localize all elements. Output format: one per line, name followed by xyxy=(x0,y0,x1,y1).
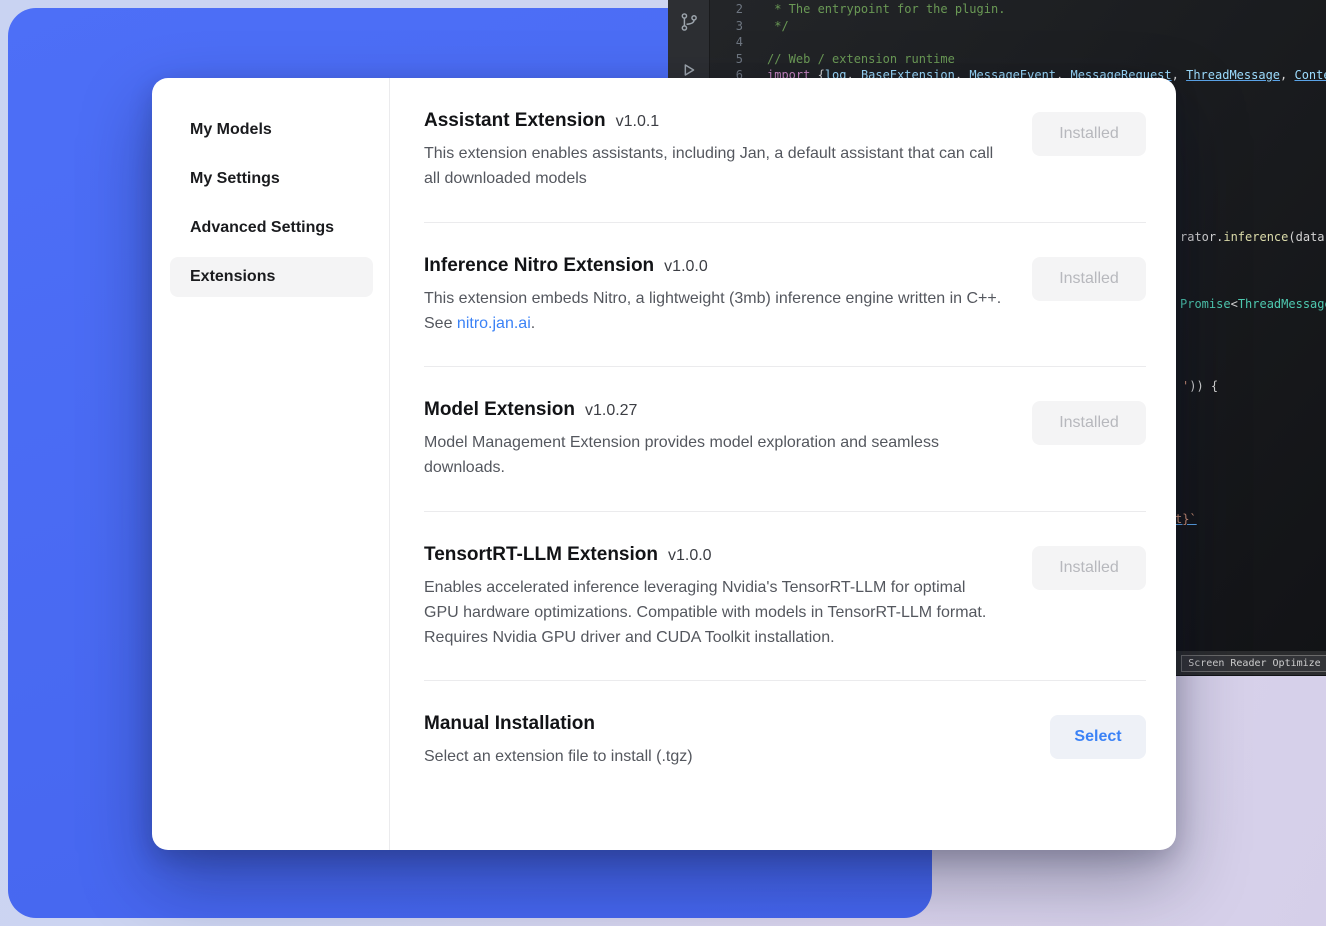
code-line: 3 */ xyxy=(711,18,1326,35)
extension-row-tensorrt: TensortRT-LLM Extensionv1.0.0 Enables ac… xyxy=(424,512,1146,682)
settings-modal: My Models My Settings Advanced Settings … xyxy=(152,78,1176,850)
sidebar-item-advanced-settings[interactable]: Advanced Settings xyxy=(170,208,373,248)
extension-info: Model Extensionv1.0.27 Model Management … xyxy=(424,399,1002,481)
extension-version: v1.0.0 xyxy=(668,547,712,564)
extension-info: Assistant Extensionv1.0.1 This extension… xyxy=(424,110,1002,192)
extension-name: TensortRT-LLM Extensionv1.0.0 xyxy=(424,544,1002,566)
code-text: * The entrypoint for the plugin. xyxy=(767,1,1005,18)
extension-info: Manual Installation Select an extension … xyxy=(424,713,693,769)
extension-row-nitro: Inference Nitro Extensionv1.0.0 This ext… xyxy=(424,223,1146,368)
installed-button[interactable]: Installed xyxy=(1032,257,1146,301)
installed-button[interactable]: Installed xyxy=(1032,546,1146,590)
code-fragment: rator.inference(data)); xyxy=(1180,230,1326,244)
code-line: 5 // Web / extension runtime xyxy=(711,51,1326,68)
select-file-button[interactable]: Select xyxy=(1050,715,1146,759)
extension-description: This extension embeds Nitro, a lightweig… xyxy=(424,286,1002,337)
code-text: // Web / extension runtime xyxy=(767,51,955,68)
code-area: 2 * The entrypoint for the plugin. 3 */ … xyxy=(711,1,1326,84)
extension-name: Assistant Extensionv1.0.1 xyxy=(424,110,1002,132)
code-fragment: t}` xyxy=(1175,512,1197,526)
extension-description: This extension enables assistants, inclu… xyxy=(424,141,1002,192)
page-background: 2 * The entrypoint for the plugin. 3 */ … xyxy=(0,0,1326,926)
extension-description: Model Management Extension provides mode… xyxy=(424,430,1002,481)
extensions-list: Assistant Extensionv1.0.1 This extension… xyxy=(390,78,1176,850)
extension-version: v1.0.27 xyxy=(585,402,637,419)
code-line: 4 xyxy=(711,34,1326,51)
manual-installation-description: Select an extension file to install (.tg… xyxy=(424,744,693,769)
line-number: 4 xyxy=(711,34,743,51)
source-control-icon[interactable] xyxy=(677,10,701,34)
screen-reader-toast: Screen Reader Optimize xyxy=(1181,655,1326,672)
sidebar-item-my-models[interactable]: My Models xyxy=(170,110,373,150)
code-line: 2 * The entrypoint for the plugin. xyxy=(711,1,1326,18)
settings-sidebar: My Models My Settings Advanced Settings … xyxy=(152,78,390,850)
extension-info: TensortRT-LLM Extensionv1.0.0 Enables ac… xyxy=(424,544,1002,651)
code-text: */ xyxy=(767,18,789,35)
extension-version: v1.0.1 xyxy=(616,113,660,130)
line-number: 2 xyxy=(711,1,743,18)
extension-version: v1.0.0 xyxy=(664,258,708,275)
extension-info: Inference Nitro Extensionv1.0.0 This ext… xyxy=(424,255,1002,337)
line-number: 3 xyxy=(711,18,743,35)
nitro-link[interactable]: nitro.jan.ai xyxy=(457,315,531,332)
manual-installation-title: Manual Installation xyxy=(424,713,693,735)
manual-installation-row: Manual Installation Select an extension … xyxy=(424,681,1146,799)
extension-description: Enables accelerated inference leveraging… xyxy=(424,575,1002,651)
sidebar-item-my-settings[interactable]: My Settings xyxy=(170,159,373,199)
installed-button[interactable]: Installed xyxy=(1032,401,1146,445)
extension-row-model: Model Extensionv1.0.27 Model Management … xyxy=(424,367,1146,512)
code-fragment: ')) { xyxy=(1182,379,1218,393)
extension-row-assistant: Assistant Extensionv1.0.1 This extension… xyxy=(424,78,1146,223)
sidebar-item-extensions[interactable]: Extensions xyxy=(170,257,373,297)
code-fragment: Promise<ThreadMessage> xyxy=(1180,297,1326,311)
extension-name: Model Extensionv1.0.27 xyxy=(424,399,1002,421)
line-number: 5 xyxy=(711,51,743,68)
extension-name: Inference Nitro Extensionv1.0.0 xyxy=(424,255,1002,277)
installed-button[interactable]: Installed xyxy=(1032,112,1146,156)
